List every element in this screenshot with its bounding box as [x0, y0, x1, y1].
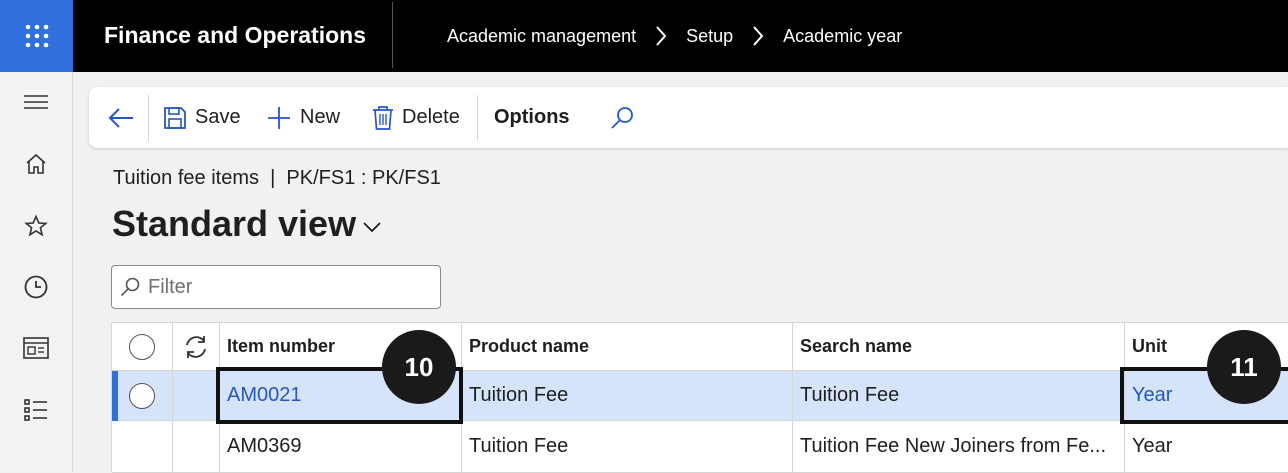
star-icon [24, 214, 48, 237]
page-caption: Tuition fee items | PK/FS1 : PK/FS1 [113, 167, 441, 189]
app-title: Finance and Operations [104, 22, 366, 48]
delete-label: Delete [402, 106, 460, 128]
refresh-icon[interactable] [183, 334, 209, 360]
item-number-cell[interactable]: AM0369 [220, 421, 462, 473]
unit-cell[interactable]: Year [1125, 421, 1288, 473]
toolbar-divider [477, 95, 478, 141]
filter-box[interactable] [111, 265, 441, 309]
search-button[interactable] [610, 87, 642, 148]
product-name-cell[interactable]: Tuition Fee [462, 421, 793, 473]
breadcrumb-item-academic-year[interactable]: Academic year [783, 26, 902, 47]
action-pane: Save New Delete Options [89, 87, 1288, 148]
options-label: Options [494, 106, 570, 128]
save-label: Save [195, 106, 241, 128]
app-launcher-button[interactable] [0, 0, 73, 72]
workspace-icon [23, 337, 49, 359]
chevron-right-icon [654, 25, 668, 47]
refresh-cell [173, 323, 220, 371]
nav-rail [0, 72, 73, 472]
expand-nav-button[interactable] [20, 86, 52, 118]
top-bar: Finance and Operations Academic manageme… [0, 0, 1288, 72]
workspaces-button[interactable] [20, 332, 52, 364]
toolbar-divider [148, 95, 149, 141]
product-name-cell[interactable]: Tuition Fee [462, 371, 793, 421]
favorites-button[interactable] [20, 210, 52, 242]
row-select-radio[interactable] [129, 382, 155, 409]
search-name-cell[interactable]: Tuition Fee New Joiners from Fe... [793, 421, 1125, 473]
home-button[interactable] [20, 148, 52, 180]
save-button[interactable]: Save [163, 87, 241, 148]
chevron-right-icon [751, 25, 765, 47]
back-button[interactable] [107, 87, 143, 148]
row-spacer-cell [173, 421, 220, 473]
column-header-product-name[interactable]: Product name [462, 323, 793, 371]
chevron-down-icon [363, 222, 381, 233]
hamburger-icon [24, 95, 48, 109]
save-icon [164, 106, 186, 129]
clock-icon [24, 275, 48, 299]
filter-input[interactable] [148, 275, 428, 299]
header-divider [392, 2, 393, 68]
breadcrumb-item-academic-management[interactable]: Academic management [447, 26, 636, 47]
new-button[interactable]: New [266, 87, 340, 148]
home-icon [26, 153, 46, 174]
search-icon [120, 277, 140, 297]
select-all-radio[interactable] [129, 333, 155, 360]
waffle-icon [25, 24, 48, 48]
row-spacer-cell [173, 371, 220, 421]
search-name-cell[interactable]: Tuition Fee [793, 371, 1125, 421]
page-title: Standard view [112, 203, 357, 244]
list-icon [24, 399, 47, 421]
arrow-left-icon [108, 107, 133, 128]
recent-button[interactable] [20, 271, 52, 303]
modules-button[interactable] [20, 394, 52, 426]
column-header-search-name[interactable]: Search name [793, 323, 1125, 371]
search-icon [611, 106, 633, 129]
row-select-cell [112, 371, 173, 421]
step-badge-11: 11 [1207, 330, 1281, 404]
step-badge-10: 10 [382, 330, 456, 404]
delete-button[interactable]: Delete [372, 87, 460, 148]
row-select-cell[interactable] [112, 421, 173, 473]
select-all-cell [112, 323, 173, 371]
breadcrumb: Academic management Setup Academic year [447, 25, 902, 47]
selected-row-indicator [112, 371, 118, 421]
options-tab[interactable]: Options [494, 87, 570, 148]
plus-icon [268, 106, 290, 129]
view-selector[interactable]: Standard view [112, 203, 382, 245]
new-label: New [300, 106, 341, 128]
breadcrumb-item-setup[interactable]: Setup [686, 26, 733, 47]
trash-icon [373, 105, 393, 130]
